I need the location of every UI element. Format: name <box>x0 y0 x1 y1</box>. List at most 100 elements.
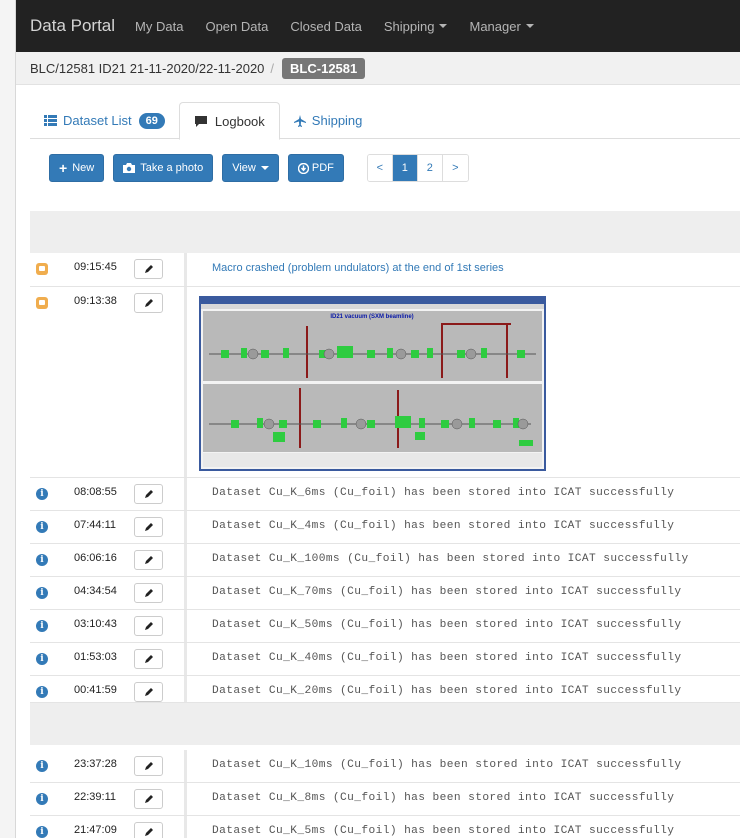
tab-dataset-list[interactable]: Dataset List 69 <box>30 102 179 139</box>
edit-entry-button[interactable] <box>134 822 163 838</box>
edit-entry-button[interactable] <box>134 484 163 504</box>
info-icon: i <box>36 793 48 805</box>
logbook-toolbar: + New Take a photo View PDF < 1 2 > <box>49 154 469 182</box>
entry-time: 09:15:45 <box>74 261 117 273</box>
list-icon <box>44 115 57 126</box>
pencil-icon <box>144 828 153 836</box>
day-separator <box>30 211 740 253</box>
edit-entry-button[interactable] <box>134 517 163 537</box>
pencil-icon <box>144 556 153 564</box>
entry-time: 06:06:16 <box>74 552 117 564</box>
info-icon: i <box>36 826 48 838</box>
entry-divider <box>184 750 187 782</box>
nav-open-data[interactable]: Open Data <box>205 19 268 34</box>
pdf-button[interactable]: PDF <box>287 154 344 182</box>
pencil-icon <box>144 655 153 663</box>
breadcrumb: BLC/12581 ID21 21-11-2020/22-11-2020 / B… <box>16 52 740 85</box>
edit-entry-button[interactable] <box>134 550 163 570</box>
tab-logbook[interactable]: Logbook <box>178 102 280 140</box>
tab-label: Shipping <box>311 113 363 128</box>
edit-entry-button[interactable] <box>134 682 163 702</box>
nav-shipping-dropdown[interactable]: Shipping <box>384 19 448 34</box>
entry-time: 09:13:38 <box>74 295 117 307</box>
plane-icon <box>293 114 306 127</box>
caret-down-icon <box>260 166 269 170</box>
tab-shipping[interactable]: Shipping <box>280 102 377 139</box>
logbook-entry: 09:15:45 Macro crashed (problem undulator… <box>30 253 740 287</box>
entry-time: 21:47:09 <box>74 824 117 836</box>
entry-time: 01:53:03 <box>74 651 117 663</box>
entry-divider <box>184 610 187 642</box>
info-icon: i <box>36 488 48 500</box>
entry-text: Dataset Cu_K_6ms (Cu_foil) has been stor… <box>212 487 675 499</box>
entry-time: 23:37:28 <box>74 758 117 770</box>
page-2[interactable]: 2 <box>417 155 443 181</box>
nav-my-data[interactable]: My Data <box>135 19 183 34</box>
pencil-icon <box>144 589 153 597</box>
info-icon: i <box>36 587 48 599</box>
pencil-icon <box>144 762 153 770</box>
nav-label: My Data <box>135 18 184 34</box>
new-button[interactable]: + New <box>49 154 105 182</box>
logbook-entry: i 03:10:43 Dataset Cu_K_50ms (Cu_foil) has… <box>30 610 740 643</box>
tab-label: Dataset List <box>63 113 132 128</box>
logbook-entry: i 01:53:03 Dataset Cu_K_40ms (Cu_foil) has… <box>30 643 740 676</box>
entry-text: Dataset Cu_K_50ms (Cu_foil) has been sto… <box>212 619 682 631</box>
entry-divider <box>184 478 187 510</box>
day-separator <box>30 703 740 745</box>
breadcrumb-separator: / <box>270 60 275 76</box>
entry-text: Dataset Cu_K_10ms (Cu_foil) has been sto… <box>212 759 682 771</box>
edit-entry-button[interactable] <box>134 293 163 313</box>
edit-entry-button[interactable] <box>134 756 163 776</box>
entry-divider <box>184 816 187 838</box>
brand-link[interactable]: Data Portal <box>30 16 115 36</box>
entry-time: 03:10:43 <box>74 618 117 630</box>
pencil-icon <box>144 688 153 696</box>
entry-text: Dataset Cu_K_5ms (Cu_foil) has been stor… <box>212 825 675 837</box>
attached-screenshot[interactable]: ID21 vacuum (SXM beamline) <box>199 296 546 471</box>
page-next[interactable]: > <box>442 155 468 181</box>
nav-label: Open Data <box>205 18 269 34</box>
breadcrumb-path: BLC/12581 ID21 21-11-2020/22-11-2020 <box>30 60 265 76</box>
comment-icon <box>36 263 48 275</box>
page-prev[interactable]: < <box>367 155 393 181</box>
take-photo-button[interactable]: Take a photo <box>113 154 214 182</box>
caret-down-icon <box>525 24 534 28</box>
entry-divider <box>184 287 187 477</box>
entry-text: Dataset Cu_K_20ms (Cu_foil) has been sto… <box>212 685 682 697</box>
pencil-icon <box>144 795 153 803</box>
logbook-entry: i 23:37:28 Dataset Cu_K_10ms (Cu_foil) has… <box>30 750 740 783</box>
dataset-count-badge: 69 <box>138 112 165 129</box>
entry-text: Macro crashed (problem undulators) at th… <box>212 262 504 274</box>
nav-manager-dropdown[interactable]: Manager <box>469 19 534 34</box>
download-icon <box>297 162 309 174</box>
entry-divider <box>184 511 187 543</box>
entry-divider <box>184 643 187 675</box>
camera-icon <box>123 163 136 173</box>
comment-icon <box>36 297 48 309</box>
edit-entry-button[interactable] <box>134 616 163 636</box>
nav-closed-data[interactable]: Closed Data <box>290 19 362 34</box>
synoptic-image: ID21 vacuum (SXM beamline) <box>201 298 544 467</box>
plus-icon: + <box>59 160 68 176</box>
pencil-icon <box>144 265 153 273</box>
entry-time: 22:39:11 <box>74 791 117 803</box>
info-icon: i <box>36 521 48 533</box>
edit-entry-button[interactable] <box>134 583 163 603</box>
edit-entry-button[interactable] <box>134 259 163 279</box>
app-frame: Data Portal My Data Open Data Closed Dat… <box>15 0 740 838</box>
entry-divider <box>184 544 187 576</box>
caret-down-icon <box>439 24 448 28</box>
edit-entry-button[interactable] <box>134 649 163 669</box>
edit-entry-button[interactable] <box>134 789 163 809</box>
synoptic-title: ID21 vacuum (SXM beamline) <box>330 314 413 320</box>
view-dropdown-button[interactable]: View <box>222 154 279 182</box>
info-icon: i <box>36 686 48 698</box>
entry-text: Dataset Cu_K_40ms (Cu_foil) has been sto… <box>212 652 682 664</box>
info-icon: i <box>36 760 48 772</box>
info-icon: i <box>36 653 48 665</box>
page-1[interactable]: 1 <box>392 155 418 181</box>
entry-divider <box>184 253 187 286</box>
entry-text: Dataset Cu_K_8ms (Cu_foil) has been stor… <box>212 792 675 804</box>
entry-text: Dataset Cu_K_4ms (Cu_foil) has been stor… <box>212 520 675 532</box>
